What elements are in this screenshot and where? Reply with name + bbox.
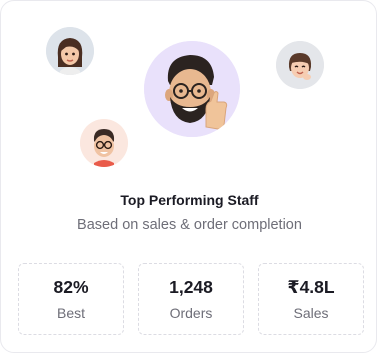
bearded-man-thumbs-up-avatar-icon [144,41,240,137]
man-glasses-avatar-icon [80,119,128,167]
stat-label: Orders [169,305,213,321]
card-title: Top Performing Staff [120,192,259,208]
stat-label: Sales [293,305,329,321]
stat-box-best: 82% Best [18,263,124,335]
stat-box-orders: 1,248 Orders [138,263,244,335]
stat-value: ₹4.8L [287,277,335,297]
woman-avatar-icon [46,27,94,75]
card-subtitle: Based on sales & order completion [77,217,302,233]
stat-value: 1,248 [169,277,213,297]
stat-label: Best [56,305,85,321]
girl-avatar-icon [276,41,324,89]
top-staff-card: Top Performing Staff Based on sales & or… [0,0,377,353]
stat-value: 82% [53,277,89,297]
stat-box-sales: ₹4.8L Sales [258,263,364,335]
